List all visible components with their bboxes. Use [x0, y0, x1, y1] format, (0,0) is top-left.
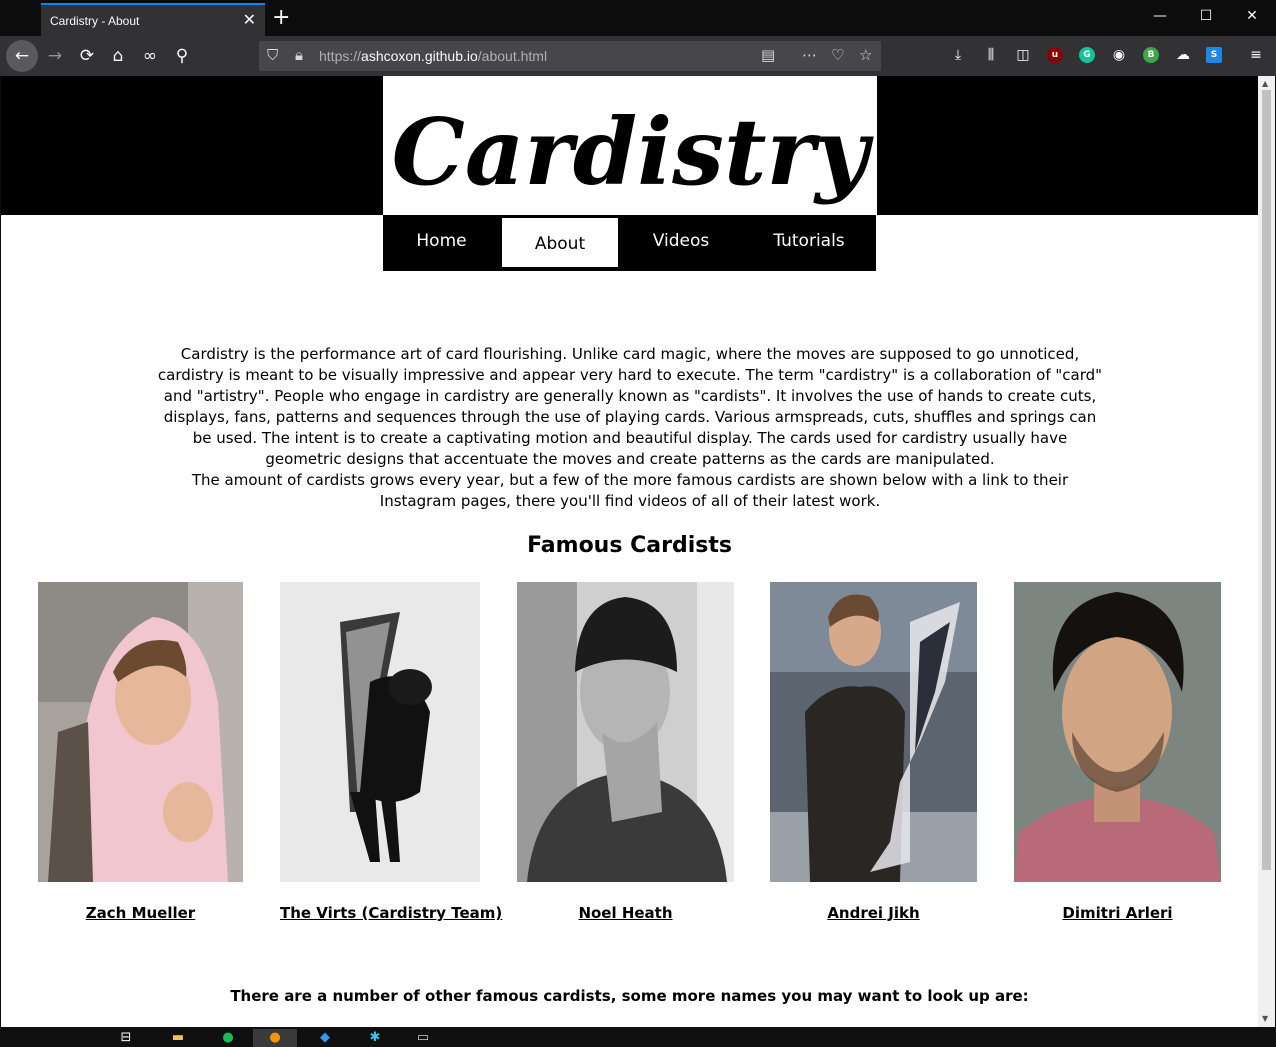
minimize-button[interactable]: — — [1137, 8, 1183, 24]
spotify-icon[interactable]: ● — [206, 1029, 250, 1047]
pocket-icon[interactable]: ♡ — [831, 46, 844, 64]
url-scheme: https:// — [319, 48, 362, 64]
nav-about[interactable]: About — [502, 218, 618, 267]
menu-icon[interactable]: ≡ — [1246, 45, 1266, 65]
firefox-icon[interactable]: ● — [253, 1029, 297, 1047]
task-view-icon[interactable]: ⊟ — [104, 1029, 148, 1047]
extension-icon[interactable]: ☁ — [1173, 45, 1193, 65]
cardist-link-dimitri[interactable]: Dimitri Arleri — [1014, 904, 1221, 922]
cardist-photo-andrei — [770, 582, 977, 882]
intro-line: The amount of cardists grows every year,… — [191, 471, 1069, 489]
sidebar-icon[interactable]: ◫ — [1013, 45, 1033, 65]
url-host: ashcoxon.github.io — [361, 48, 478, 64]
wrench-icon[interactable]: ⚲ — [168, 42, 196, 70]
bplus-icon[interactable]: B — [1143, 47, 1159, 63]
cardist-photo-dimitri — [1014, 582, 1221, 882]
logo-text: Cardistry — [392, 98, 874, 206]
famous-cardists-heading: Famous Cardists — [527, 533, 732, 558]
new-tab-button[interactable]: + — [272, 5, 290, 30]
intro-line: be used. The intent is to create a capti… — [192, 429, 1068, 447]
browser-tab-active[interactable]: Cardistry - About ✕ — [41, 3, 265, 36]
page-viewport: Cardistry Home About Videos Tutorials Ca… — [1, 76, 1258, 1027]
intro-line: Instagram pages, there you'll find video… — [379, 492, 881, 510]
page-scrollbar[interactable]: ▲ ▼ — [1258, 76, 1275, 1027]
reload-icon[interactable]: ⟳ — [73, 42, 101, 70]
cardist-link-noel[interactable]: Noel Heath — [517, 904, 734, 922]
page-actions-icon[interactable]: ⋯ — [802, 46, 817, 64]
scroll-down-icon[interactable]: ▼ — [1262, 1014, 1268, 1023]
intro-line: geometric designs that accentuate the mo… — [265, 450, 995, 468]
url-bar[interactable]: ⛉ 🔒︎ https://ashcoxon.github.io/about.ht… — [259, 41, 881, 71]
nav-videos[interactable]: Videos — [621, 215, 741, 271]
cardist-photo-zach — [38, 582, 243, 882]
nav-home[interactable]: Home — [383, 215, 500, 271]
site-logo[interactable]: Cardistry — [383, 76, 877, 215]
scrollbar-thumb[interactable] — [1262, 90, 1271, 870]
ublock-icon[interactable]: u — [1047, 47, 1063, 63]
terminal-icon[interactable]: ▭ — [401, 1029, 445, 1047]
intro-text: Cardistry is the performance art of card… — [151, 344, 1109, 512]
library-icon[interactable]: ⫼ — [981, 45, 1001, 65]
scroll-up-icon[interactable]: ▲ — [1262, 79, 1268, 88]
grammarly-icon[interactable]: G — [1079, 47, 1095, 63]
s-extension-icon[interactable]: S — [1206, 47, 1222, 63]
download-icon[interactable]: ⤓ — [948, 45, 968, 65]
navigation-toolbar: ← → ⟳ ⌂ ∞ ⚲ ⛉ 🔒︎ https://ashcoxon.github… — [0, 36, 1276, 76]
intro-line: and "artistry". People who engage in car… — [163, 387, 1097, 405]
forward-arrow-icon[interactable]: → — [41, 42, 69, 70]
maximize-button[interactable]: ☐ — [1183, 8, 1229, 24]
cardist-photo-noel — [517, 582, 734, 882]
intro-line: cardistry is meant to be visually impres… — [157, 366, 1103, 384]
cardist-link-zach[interactable]: Zach Mueller — [38, 904, 243, 922]
logo-wordmark: Cardistry — [392, 98, 874, 206]
tab-title: Cardistry - About — [50, 14, 140, 28]
os-taskbar: ⊟ ▬ ● ● ◆ ✱ ▭ — [0, 1027, 1276, 1047]
shield-icon[interactable]: ⛉ — [267, 46, 278, 64]
bookmark-star-icon[interactable]: ☆ — [859, 46, 872, 64]
home-icon[interactable]: ⌂ — [104, 42, 132, 70]
cardist-link-andrei[interactable]: Andrei Jikh — [770, 904, 977, 922]
close-window-button[interactable]: ✕ — [1229, 8, 1275, 24]
tab-close-icon[interactable]: ✕ — [243, 10, 256, 30]
reader-view-icon[interactable]: ▤ — [761, 46, 775, 64]
lock-icon[interactable]: 🔒︎ — [295, 46, 303, 64]
header-banner: Cardistry — [1, 76, 1258, 215]
other-cardists-text: There are a number of other famous cardi… — [230, 987, 1029, 1005]
mask-icon[interactable]: ∞ — [136, 42, 164, 70]
intro-line: Cardistry is the performance art of card… — [180, 345, 1080, 363]
cardist-link-virts[interactable]: The Virts (Cardistry Team) — [280, 904, 502, 922]
url-text[interactable]: https://ashcoxon.github.io/about.html — [319, 48, 547, 64]
site-nav: Home About Videos Tutorials — [383, 215, 876, 271]
file-explorer-icon[interactable]: ▬ — [156, 1029, 200, 1047]
url-path: /about.html — [477, 48, 548, 64]
vscode-icon[interactable]: ◆ — [303, 1029, 347, 1047]
back-arrow-icon[interactable]: ← — [6, 40, 38, 72]
account-icon[interactable]: ◉ — [1109, 45, 1129, 65]
tab-bar: Cardistry - About ✕ + — ☐ ✕ — [0, 0, 1276, 36]
intro-line: displays, fans, patterns and sequences t… — [163, 408, 1097, 426]
slack-icon[interactable]: ✱ — [353, 1029, 397, 1047]
cardist-photo-virts — [280, 582, 480, 882]
nav-tutorials[interactable]: Tutorials — [744, 215, 874, 271]
